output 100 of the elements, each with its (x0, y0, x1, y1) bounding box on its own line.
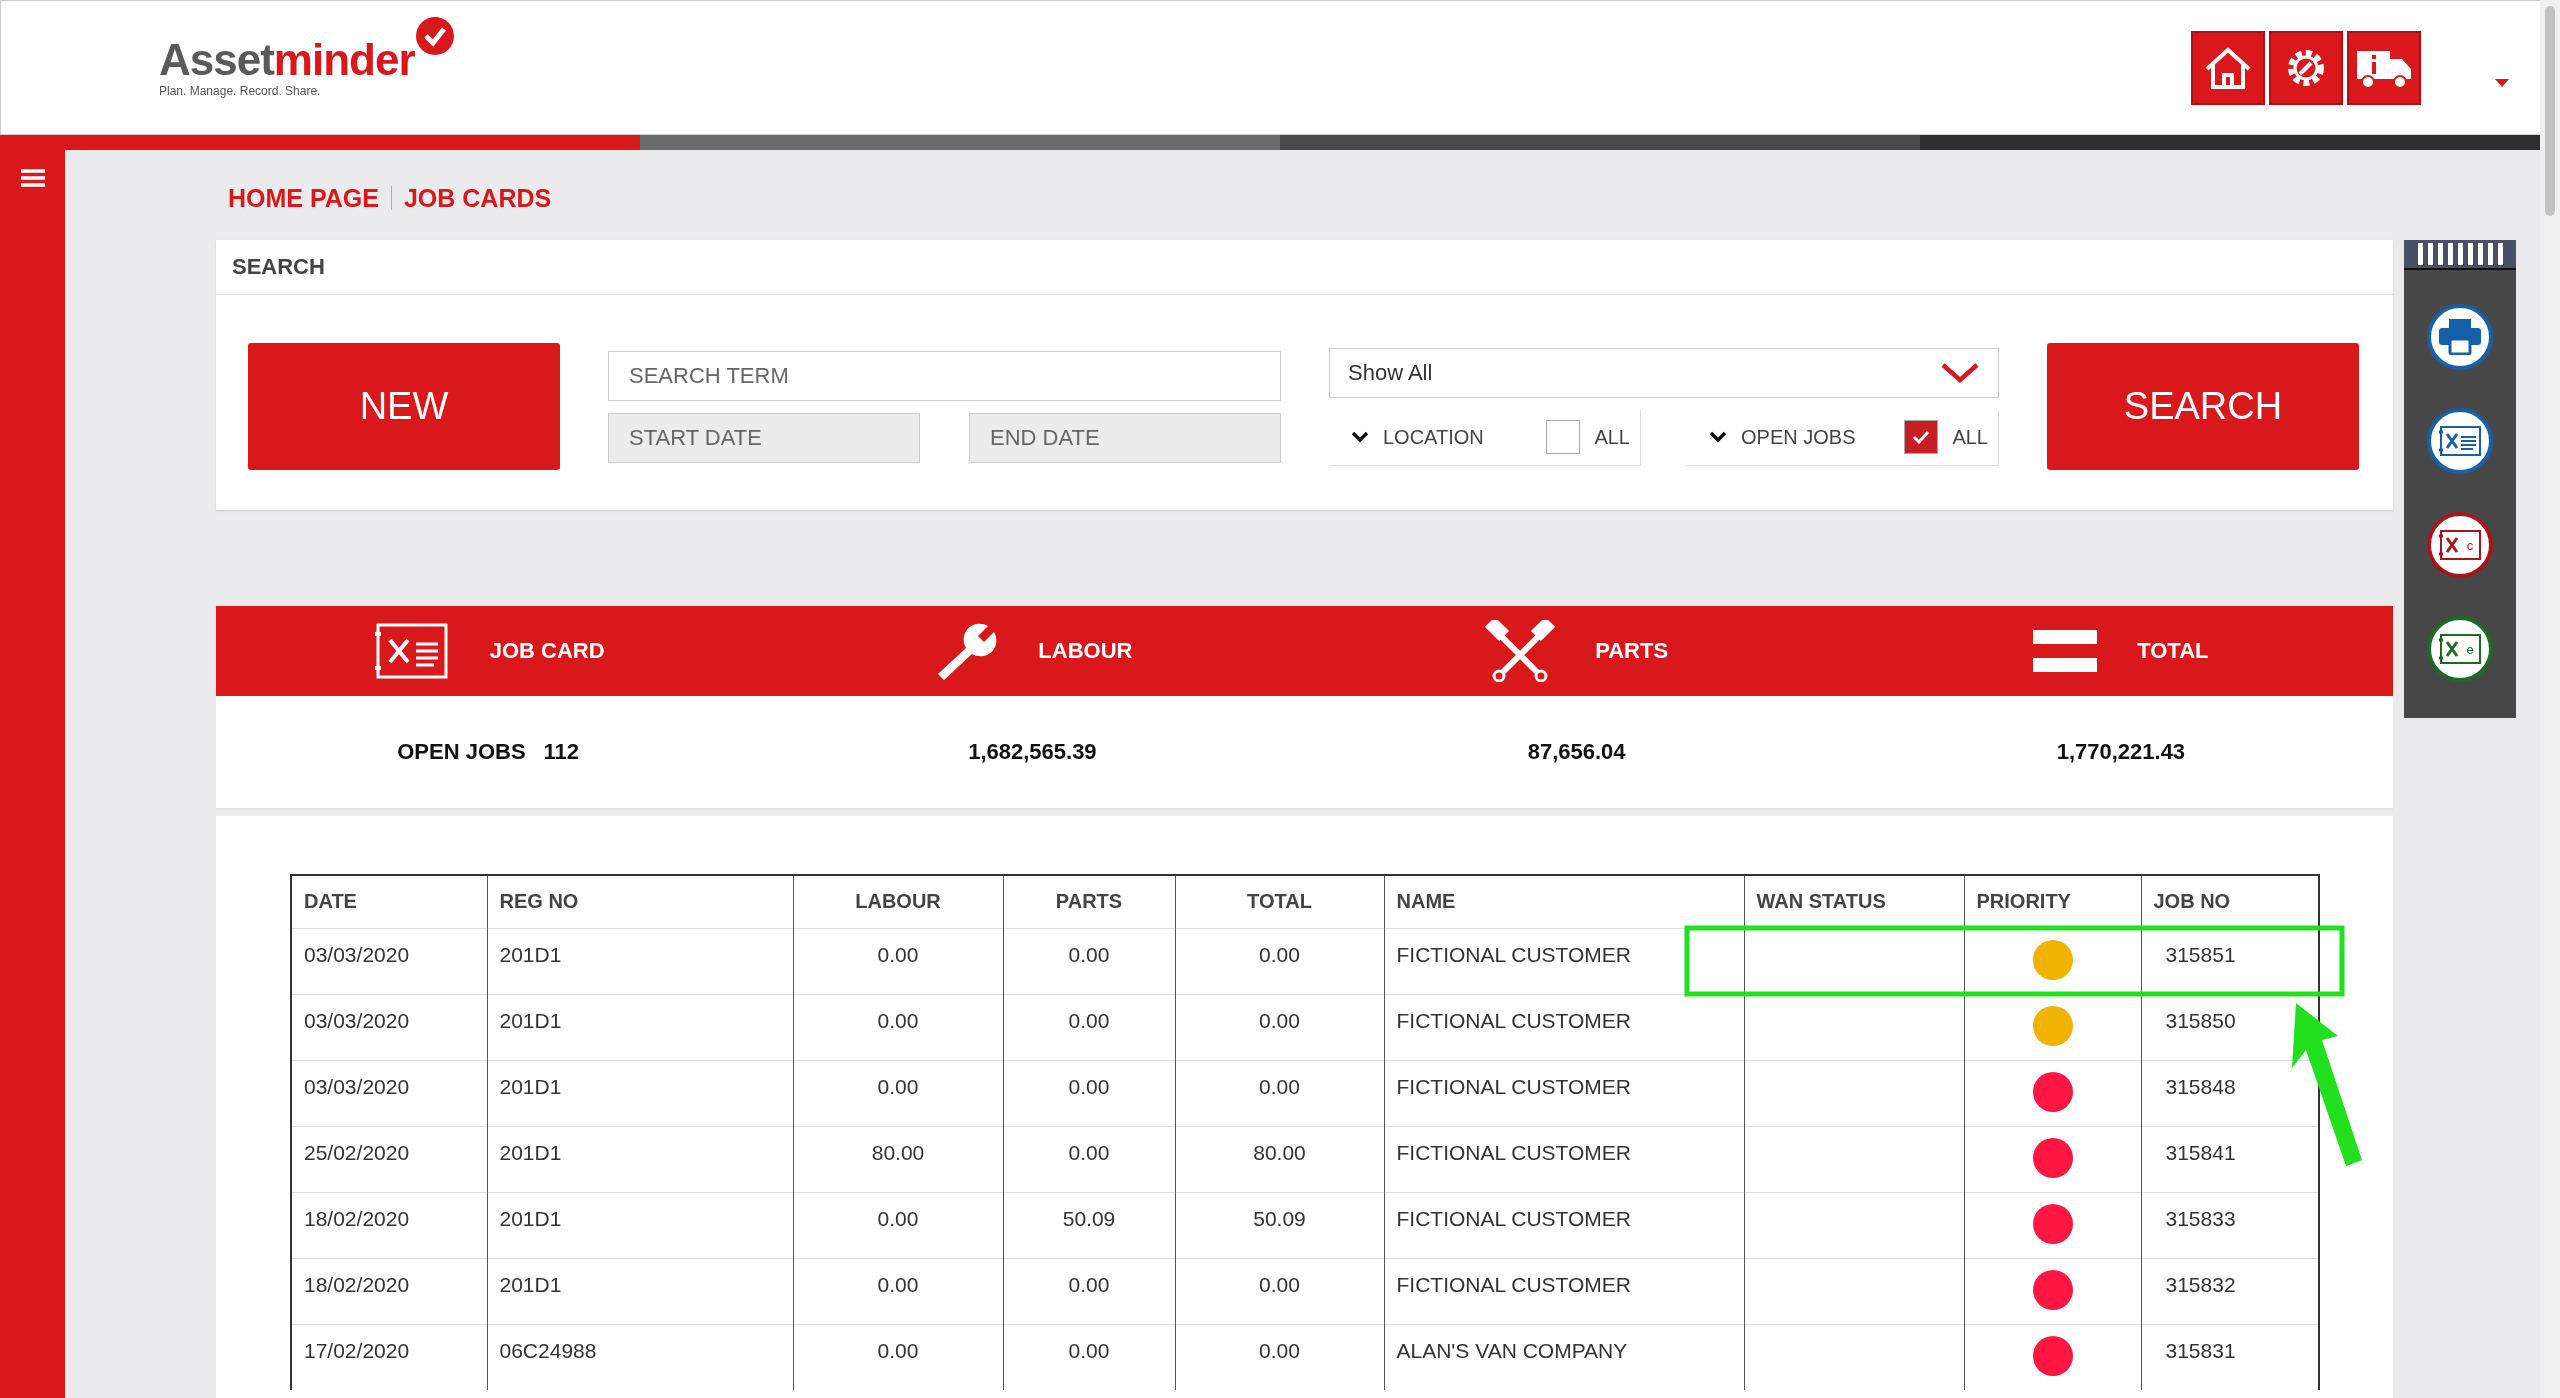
table-cell: 201D1 (487, 1192, 793, 1258)
table-cell: 0.00 (1175, 1324, 1384, 1390)
table-cell: 0.00 (793, 928, 1003, 994)
table-cell: 06C24988 (487, 1324, 793, 1390)
check-icon (1912, 430, 1931, 444)
chevron-down-icon (1940, 361, 1980, 384)
toolbar-button[interactable] (2191, 30, 2265, 105)
table-cell: ALAN'S VAN COMPANY (1384, 1324, 1744, 1390)
grip-handle[interactable] (2404, 240, 2516, 270)
table-cell: 0.00 (793, 1324, 1003, 1390)
table-cell: 201D1 (487, 928, 793, 994)
table-cell: FICTIONAL CUSTOMER (1384, 994, 1744, 1060)
toolbar-button[interactable] (2347, 30, 2421, 105)
table-cell: 17/02/2020 (291, 1324, 487, 1390)
table-cell: 50.09 (1003, 1192, 1175, 1258)
column-header: TOTAL (1175, 875, 1384, 928)
checkbox-label: ALL (1952, 425, 1988, 449)
table-cell: 201D1 (487, 1126, 793, 1192)
job-card-icon: e (2438, 633, 2482, 665)
logo-wordmark: Assetminder (159, 37, 415, 82)
table-cell: 0.00 (793, 1192, 1003, 1258)
start-date-field[interactable]: START DATE (608, 412, 920, 463)
table-cell: 315831 (2141, 1324, 2319, 1390)
table-cell: 201D1 (487, 1258, 793, 1324)
table-cell: 0.00 (793, 1258, 1003, 1324)
filter-dropdown[interactable]: OPEN JOBS ALL (1687, 409, 1999, 466)
labour-total: 1,682,565.39 (968, 739, 1097, 765)
table-cell: 0.00 (1175, 928, 1384, 994)
summary-heading: LABOUR (1038, 638, 1133, 664)
table-cell: 0.00 (793, 1060, 1003, 1126)
column-header: WAN STATUS (1744, 875, 1964, 928)
table-cell: 03/03/2020 (291, 994, 487, 1060)
open-jobs-count: 112 (543, 739, 580, 765)
summary-heading: TOTAL (2137, 638, 2209, 664)
dropdown-caret-icon[interactable] (2495, 78, 2509, 87)
column-header: LABOUR (793, 875, 1003, 928)
table-cell: FICTIONAL CUSTOMER (1384, 1258, 1744, 1324)
table-cell: 315833 (2141, 1192, 2319, 1258)
parts-total: 87,656.04 (1527, 739, 1626, 765)
table-cell: 0.00 (1003, 1258, 1175, 1324)
scrollbar[interactable] (2540, 0, 2560, 1398)
filter-label: OPEN JOBS (1741, 425, 1857, 449)
chevron-down-icon (1351, 431, 1369, 443)
table-cell: 315851 (2141, 928, 2319, 994)
logo-tagline: Plan. Manage. Record. Share. (159, 83, 322, 98)
tool-button[interactable]: e (2427, 616, 2493, 682)
table-cell: 201D1 (487, 994, 793, 1060)
equals-icon (2033, 630, 2098, 672)
summary-heading: PARTS (1595, 638, 1669, 664)
table-cell: 0.00 (1003, 994, 1175, 1060)
table-cell: 0.00 (793, 994, 1003, 1060)
table-cell: 0.00 (1003, 1060, 1175, 1126)
table-cell: FICTIONAL CUSTOMER (1384, 1192, 1744, 1258)
search-field[interactable]: SEARCH TERM (608, 350, 1281, 401)
check-badge-icon (414, 15, 455, 56)
table-cell: 0.00 (1003, 1324, 1175, 1390)
table-cell: 0.00 (1003, 928, 1175, 994)
table-cell: 18/02/2020 (291, 1258, 487, 1324)
table-cell: 0.00 (1003, 1126, 1175, 1192)
toolbar-button[interactable] (2269, 30, 2343, 105)
filter-label: LOCATION (1383, 425, 1485, 449)
status-dropdown[interactable]: Show All (1329, 347, 1999, 398)
table-cell: 201D1 (487, 1060, 793, 1126)
column-header: JOB NO (2141, 875, 2319, 928)
checkbox-label: ALL (1594, 425, 1630, 449)
tool-button[interactable]: c (2427, 512, 2493, 578)
table-cell: FICTIONAL CUSTOMER (1384, 1060, 1744, 1126)
checkbox[interactable] (1904, 420, 1939, 454)
printer-icon (2439, 319, 2481, 355)
menu-icon[interactable] (20, 168, 45, 188)
new-button[interactable]: NEW (248, 343, 560, 470)
summary-heading: JOB CARD (489, 638, 605, 664)
panel-title: SEARCH (216, 240, 2393, 295)
table-cell: FICTIONAL CUSTOMER (1384, 928, 1744, 994)
job-card-icon (2438, 425, 2482, 457)
search-button[interactable]: SEARCH (2047, 343, 2359, 470)
table-cell: 0.00 (1175, 994, 1384, 1060)
open-jobs-label: OPEN JOBS (397, 739, 526, 765)
column-header: DATE (291, 875, 487, 928)
table-cell: 80.00 (793, 1126, 1003, 1192)
table-cell: 0.00 (1175, 1258, 1384, 1324)
column-header: PRIORITY (1964, 875, 2141, 928)
column-header: NAME (1384, 875, 1744, 928)
filter-dropdown[interactable]: LOCATION ALL (1329, 409, 1641, 466)
grand-total: 1,770,221.43 (2056, 739, 2186, 765)
crossed-pistons-icon (1485, 620, 1556, 682)
checkbox[interactable] (1546, 420, 1581, 454)
table-cell: 03/03/2020 (291, 928, 487, 994)
table-cell: 25/02/2020 (291, 1126, 487, 1192)
table-cell: 50.09 (1175, 1192, 1384, 1258)
table-cell: 18/02/2020 (291, 1192, 487, 1258)
job-card-icon: c (2438, 529, 2482, 561)
end-date-field[interactable]: END DATE (969, 412, 1281, 463)
table-cell: 03/03/2020 (291, 1060, 487, 1126)
column-header: PARTS (1003, 875, 1175, 928)
breadcrumb-link[interactable]: JOB CARDS (403, 183, 552, 213)
breadcrumb-link[interactable]: HOME PAGE (228, 183, 379, 213)
table-cell: FICTIONAL CUSTOMER (1384, 1126, 1744, 1192)
table-cell: 0.00 (1175, 1060, 1384, 1126)
table-cell: 315832 (2141, 1258, 2319, 1324)
